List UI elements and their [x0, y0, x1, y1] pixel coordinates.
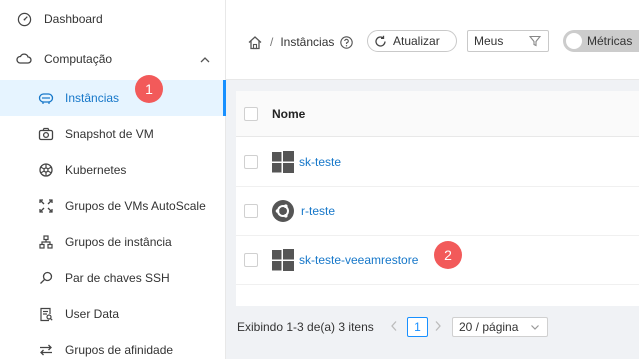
main-content: / Instâncias Atualizar Meus Métricas Nom…	[226, 0, 639, 359]
row-checkbox[interactable]	[244, 155, 258, 169]
table-header: Nome	[236, 91, 639, 137]
row-checkbox[interactable]	[244, 204, 258, 218]
instance-link[interactable]: r-teste	[301, 204, 335, 218]
sidebar-item-label: Dashboard	[44, 12, 103, 26]
sidebar-item-label: Kubernetes	[65, 163, 127, 177]
refresh-button[interactable]: Atualizar	[367, 30, 457, 52]
key-icon	[38, 270, 54, 286]
chevron-down-icon	[530, 321, 540, 335]
kubernetes-icon	[38, 162, 54, 178]
camera-icon	[38, 126, 54, 142]
instance-link[interactable]: sk-teste-veeamrestore	[299, 253, 418, 267]
instances-table: Nome sk-teste r-teste sk-teste-veeamrest…	[236, 91, 639, 306]
user-data-icon	[38, 306, 54, 322]
sidebar-item-label: Grupos de afinidade	[65, 343, 174, 357]
filter-icon	[529, 35, 541, 47]
autoscale-icon	[38, 198, 54, 214]
chevron-right-icon[interactable]	[434, 320, 442, 335]
windows-icon	[272, 151, 294, 173]
step-badge-1: 1	[135, 75, 163, 103]
instance-link[interactable]: sk-teste	[299, 155, 341, 169]
sidebar-item-computacao[interactable]: Computação	[0, 41, 226, 77]
reload-icon	[374, 35, 387, 48]
page-size-select[interactable]: 20 / página	[452, 317, 548, 337]
filter-select[interactable]: Meus	[467, 30, 549, 52]
column-header-name: Nome	[272, 107, 306, 121]
windows-icon	[272, 249, 294, 271]
sidebar-item-dashboard[interactable]: Dashboard	[0, 1, 226, 37]
sidebar-item-kubernetes[interactable]: Kubernetes	[0, 152, 226, 188]
pagination: Exibindo 1-3 de(a) 3 itens 1 20 / página	[226, 316, 639, 338]
chevron-up-icon[interactable]	[200, 54, 210, 64]
sidebar-item-autoscale[interactable]: Grupos de VMs AutoScale	[0, 188, 226, 224]
page-size-value: 20 / página	[459, 320, 519, 334]
row-checkbox[interactable]	[244, 253, 258, 267]
pagination-summary: Exibindo 1-3 de(a) 3 itens	[237, 320, 374, 334]
metrics-label: Métricas	[587, 34, 633, 48]
sidebar-item-label: Computação	[44, 52, 113, 66]
home-icon[interactable]	[247, 35, 263, 50]
metrics-toggle[interactable]: Métricas	[563, 30, 639, 52]
ubuntu-icon	[272, 200, 294, 222]
filter-value: Meus	[474, 34, 504, 48]
toolbar: / Instâncias Atualizar Meus Métricas	[226, 0, 639, 80]
chevron-left-icon[interactable]	[390, 320, 398, 335]
sidebar-item-label: Par de chaves SSH	[65, 271, 170, 285]
breadcrumb-current: Instâncias	[280, 35, 335, 49]
sidebar-item-user-data[interactable]: User Data	[0, 296, 226, 332]
sidebar-item-label: User Data	[65, 307, 120, 321]
refresh-label: Atualizar	[393, 34, 440, 48]
affinity-icon	[38, 342, 54, 358]
table-row: sk-teste	[236, 138, 639, 187]
toggle-knob	[566, 33, 582, 49]
sidebar-item-grupos-instancia[interactable]: Grupos de instância	[0, 224, 226, 260]
sidebar-item-label: Grupos de instância	[65, 235, 172, 249]
breadcrumb: / Instâncias	[247, 33, 354, 51]
breadcrumb-separator: /	[270, 35, 274, 49]
sidebar-item-instancias[interactable]: Instâncias	[0, 80, 226, 116]
cloud-icon	[16, 51, 32, 67]
sidebar-item-label: Snapshot de VM	[65, 127, 154, 141]
current-page-button[interactable]: 1	[407, 317, 428, 337]
instance-group-icon	[38, 234, 54, 250]
select-all-checkbox[interactable]	[244, 107, 258, 121]
sidebar-item-snapshot-vm[interactable]: Snapshot de VM	[0, 116, 226, 152]
sidebar-item-afinidade[interactable]: Grupos de afinidade	[0, 332, 226, 359]
dashboard-icon	[16, 11, 32, 27]
help-icon[interactable]	[340, 35, 354, 49]
sidebar-item-ssh-keys[interactable]: Par de chaves SSH	[0, 260, 226, 296]
table-row: r-teste	[236, 187, 639, 236]
instance-icon	[38, 90, 54, 106]
sidebar-item-label: Instâncias	[65, 91, 120, 105]
sidebar-item-label: Grupos de VMs AutoScale	[65, 199, 206, 213]
step-badge-2: 2	[434, 241, 462, 269]
sidebar: Dashboard Computação Instâncias Snapshot…	[0, 0, 226, 359]
